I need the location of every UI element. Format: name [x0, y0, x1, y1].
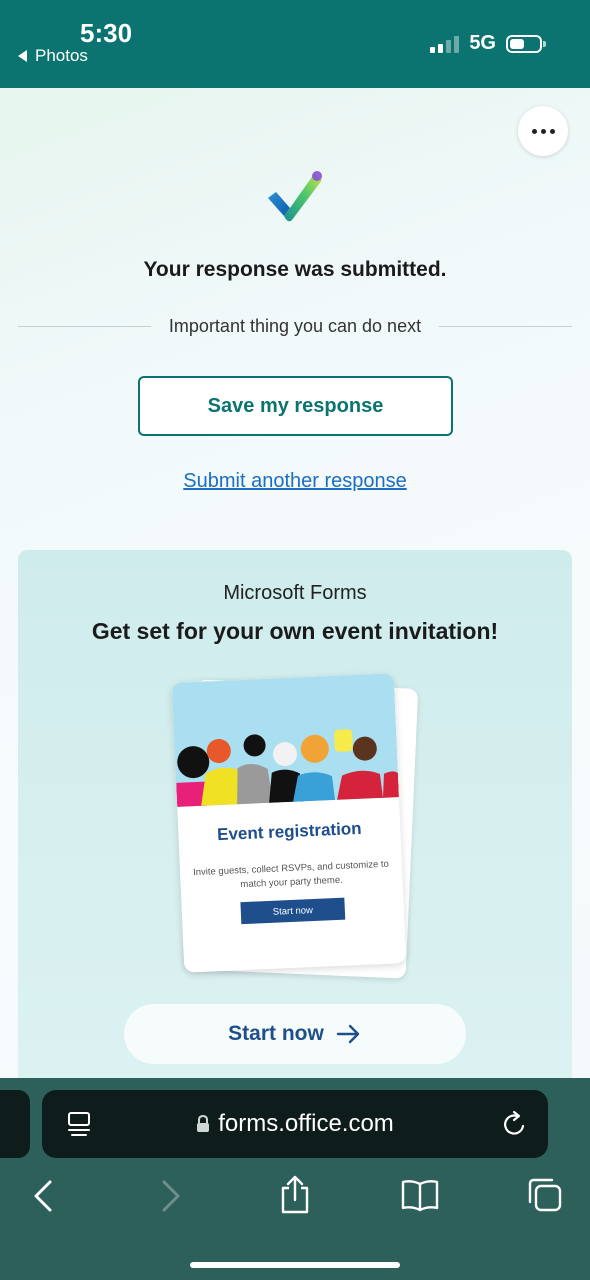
network-type: 5G [469, 32, 496, 54]
back-triangle-icon [18, 50, 27, 62]
share-icon[interactable] [278, 1174, 312, 1221]
previous-tab-edge[interactable] [0, 1090, 30, 1158]
reload-icon[interactable] [502, 1110, 528, 1138]
promo-title: Get set for your own event invitation! [91, 618, 499, 644]
url-text: forms.office.com [218, 1110, 394, 1137]
more-icon [531, 128, 537, 134]
confirmation-title: Your response was submitted. [143, 258, 447, 281]
bookmarks-icon[interactable] [400, 1178, 440, 1217]
status-time: 5:30 [80, 18, 133, 48]
lock-icon [197, 1115, 210, 1132]
tabs-icon[interactable] [526, 1176, 564, 1219]
people-illustration [171, 673, 399, 807]
event-illustration: Event registration Invite guests, collec… [171, 673, 419, 979]
home-indicator [190, 1262, 400, 1268]
card-description: Invite guests, collect RSVPs, and custom… [192, 858, 390, 891]
start-now-button[interactable]: Start now [124, 1004, 466, 1064]
event-card: Event registration Invite guests, collec… [171, 673, 407, 973]
back-label: Photos [35, 46, 88, 65]
forward-icon[interactable] [160, 1178, 182, 1219]
browser-toolbar: forms.office.com [0, 1078, 590, 1280]
more-options-button[interactable] [518, 106, 568, 156]
checkmark-icon [268, 171, 322, 222]
card-start-button: Start now [240, 897, 346, 925]
card-heading: Event registration [216, 818, 362, 845]
start-now-label: Start now [228, 1022, 324, 1045]
arrow-right-icon [336, 1024, 360, 1044]
divider-line-left [18, 326, 151, 327]
next-label: Important thing you can do next [168, 316, 422, 336]
promo-card: Microsoft Forms Get set for your own eve… [18, 550, 572, 1078]
address-bar[interactable]: forms.office.com [42, 1090, 548, 1158]
save-response-button[interactable]: Save my response [138, 376, 453, 436]
navigation-bar [0, 1174, 590, 1224]
page-content: Your response was submitted. Important t… [0, 88, 590, 1078]
status-bar: 5:30 Photos 5G [0, 0, 590, 88]
url-display: forms.office.com [42, 1110, 548, 1138]
back-icon[interactable] [32, 1178, 54, 1219]
status-indicators: 5G [430, 32, 546, 55]
signal-icon [430, 35, 460, 53]
promo-brand: Microsoft Forms [223, 582, 367, 604]
next-divider: Important thing you can do next [18, 316, 573, 337]
divider-line-right [439, 326, 573, 327]
back-to-photos[interactable]: Photos [18, 46, 88, 66]
submit-another-link[interactable]: Submit another response [0, 470, 590, 493]
battery-icon [506, 34, 546, 53]
